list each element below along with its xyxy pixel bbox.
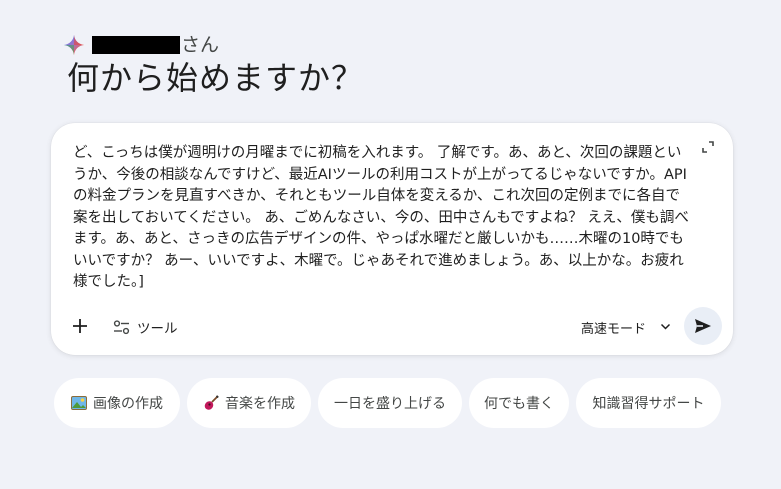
prompt-composer: ど、こっちは僕が週明けの月曜までに初稿を入れます。 了解です。あ、あと、次回の課… [51, 123, 733, 355]
tools-icon [113, 319, 130, 334]
plus-icon [73, 319, 87, 333]
chip-label: 何でも書く [484, 396, 554, 412]
mode-label: 高速モード [581, 321, 647, 337]
image-emoji-icon [71, 395, 87, 411]
greeting-row: さん [63, 32, 219, 58]
redacted-username [92, 36, 180, 54]
chip-label: 音楽を作成 [225, 396, 295, 412]
chip-label: 知識習得サポート [592, 396, 705, 412]
chip-learning-support[interactable]: 知識習得サポート [576, 378, 721, 428]
guitar-emoji-icon [203, 395, 219, 411]
page-title: 何から始めますか？ [67, 59, 365, 97]
greeting-suffix: さん [181, 34, 220, 56]
chip-brighten-day[interactable]: 一日を盛り上げる [318, 378, 462, 428]
tools-label: ツール [137, 321, 178, 337]
gemini-spark-icon [63, 34, 85, 56]
tools-button[interactable]: ツール [113, 316, 178, 338]
chip-write-anything[interactable]: 何でも書く [469, 378, 569, 428]
send-icon [695, 319, 711, 333]
mode-select[interactable]: 高速モード [581, 316, 671, 338]
add-button[interactable] [69, 315, 91, 337]
prompt-input[interactable]: ど、こっちは僕が週明けの月曜までに初稿を入れます。 了解です。あ、あと、次回の課… [73, 143, 689, 294]
send-button[interactable] [684, 307, 722, 345]
chip-create-image[interactable]: 画像の作成 [54, 378, 180, 428]
chip-label: 画像の作成 [93, 396, 163, 412]
chip-label: 一日を盛り上げる [334, 396, 446, 412]
chip-create-music[interactable]: 音楽を作成 [187, 378, 311, 428]
chevron-down-icon [660, 323, 671, 330]
expand-icon[interactable] [701, 139, 715, 153]
